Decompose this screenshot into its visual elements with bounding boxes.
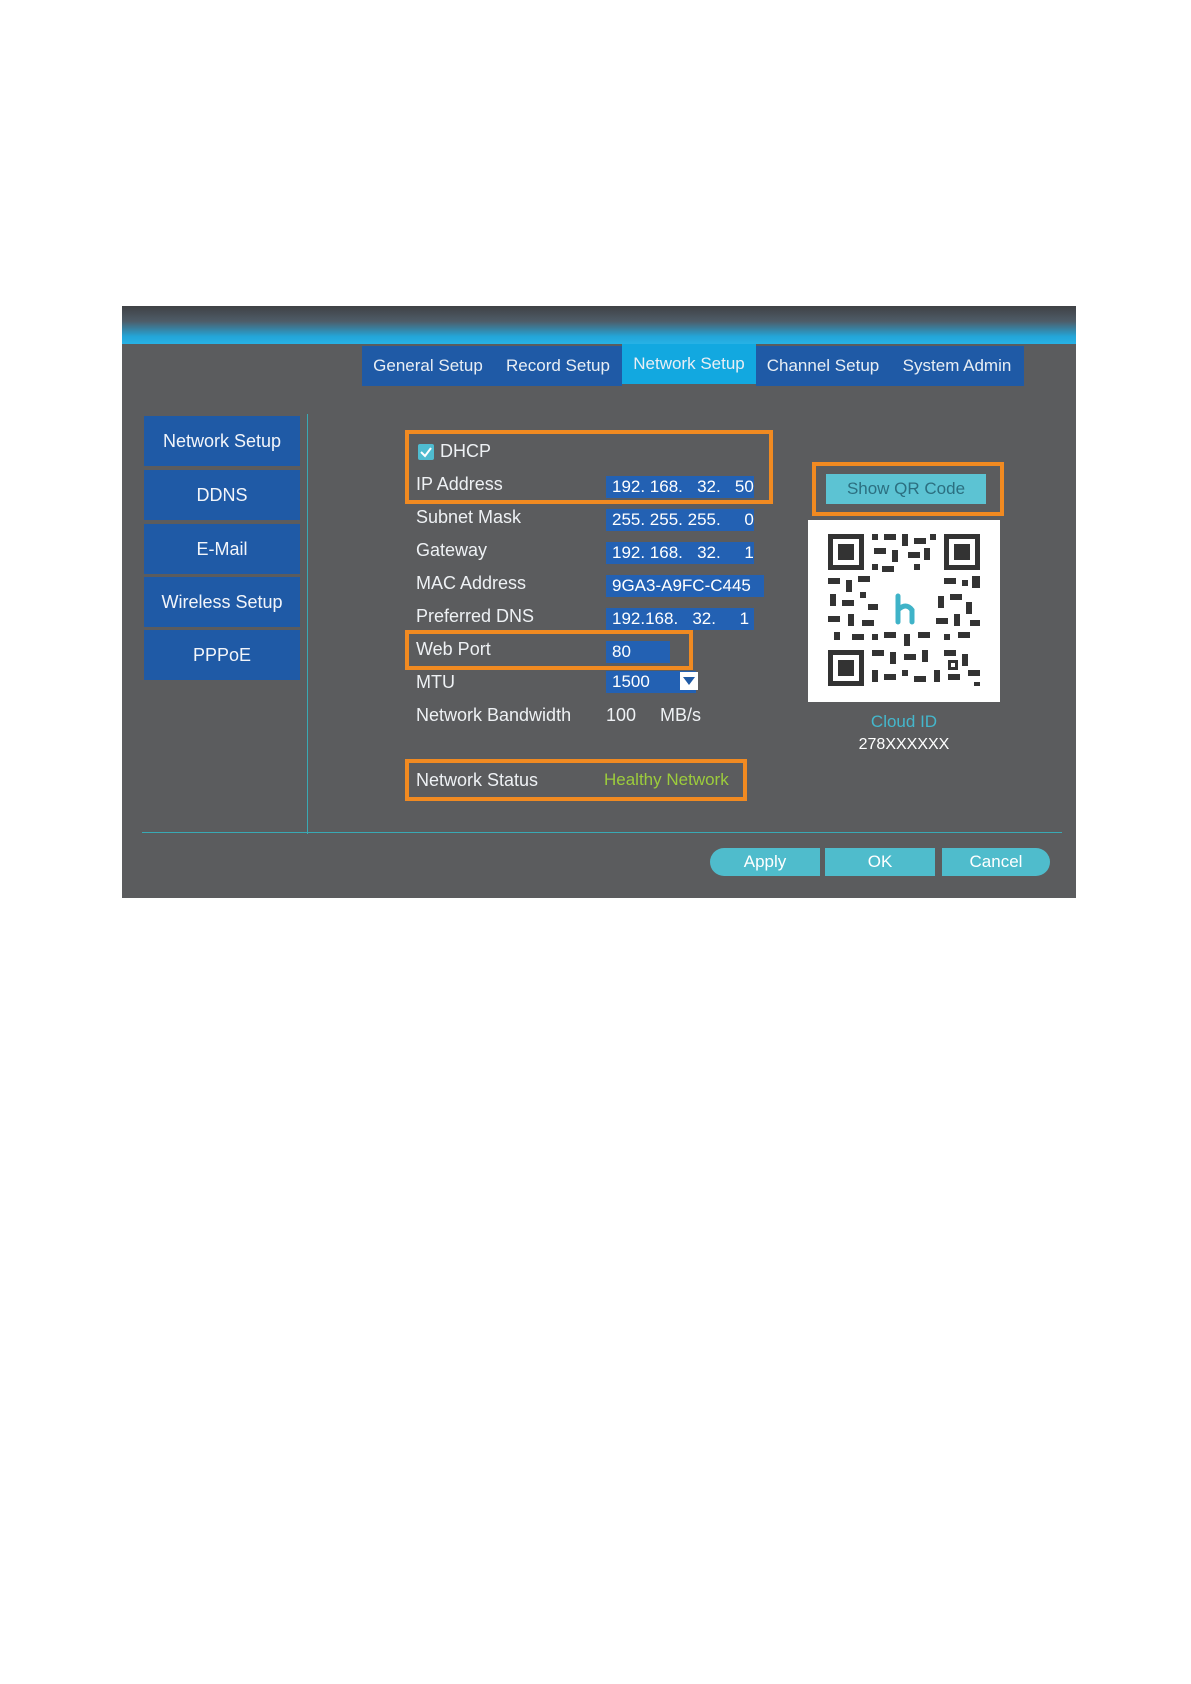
tab-channel-setup[interactable]: Channel Setup [756,346,890,386]
cancel-button[interactable]: Cancel [942,848,1050,876]
ip-address-label: IP Address [416,474,503,494]
sidebar-item-pppoe[interactable]: PPPoE [144,630,300,680]
show-qr-code-button[interactable]: Show QR Code [826,474,986,504]
preferred-dns-label: Preferred DNS [416,606,535,626]
preferred-dns-field[interactable]: 192.168. 32. 1 [606,608,754,630]
sidebar-item-email[interactable]: E-Mail [144,524,300,574]
gateway-label: Gateway [416,540,488,560]
chevron-down-icon[interactable] [680,672,698,690]
dhcp-checkbox[interactable] [418,444,434,460]
subnet-mask-label: Subnet Mask [416,507,522,527]
qr-code-icon [828,534,980,686]
network-status-label: Network Status [416,770,539,790]
cloud-id-label: Cloud ID [870,712,938,731]
vertical-divider [307,414,308,834]
apply-button[interactable]: Apply [710,848,820,876]
tab-network-setup[interactable]: Network Setup [622,344,756,384]
network-bandwidth-label: Network Bandwidth [416,705,572,725]
tab-system-admin[interactable]: System Admin [890,346,1024,386]
horizontal-divider [142,832,1062,833]
sidebar-item-network-setup[interactable]: Network Setup [144,416,300,466]
sidebar-item-wireless-setup[interactable]: Wireless Setup [144,577,300,627]
mac-address-field: 9GA3-A9FC-C445 [606,575,764,597]
ip-address-field[interactable]: 192. 168. 32. 50 [606,476,754,498]
ok-button[interactable]: OK [825,848,935,876]
title-bar [122,306,1076,344]
network-setup-window: General Setup Record Setup Network Setup… [122,306,1076,898]
mtu-label: MTU [416,672,455,692]
cloud-id-value: 278XXXXXX [858,736,950,753]
mac-address-label: MAC Address [416,573,527,593]
web-port-field[interactable]: 80 [606,641,670,663]
network-bandwidth-value: 100 [606,705,637,725]
subnet-mask-field[interactable]: 255. 255. 255. 0 [606,509,754,531]
qr-code-image [808,520,1000,702]
tab-record-setup[interactable]: Record Setup [494,346,622,386]
network-status-value: Healthy Network [604,770,729,789]
sidebar-item-ddns[interactable]: DDNS [144,470,300,520]
dhcp-label: DHCP [440,441,492,461]
gateway-field[interactable]: 192. 168. 32. 1 [606,542,754,564]
check-icon [420,447,432,458]
tab-general-setup[interactable]: General Setup [362,346,494,386]
network-bandwidth-unit: MB/s [660,705,702,725]
web-port-label: Web Port [416,639,491,659]
